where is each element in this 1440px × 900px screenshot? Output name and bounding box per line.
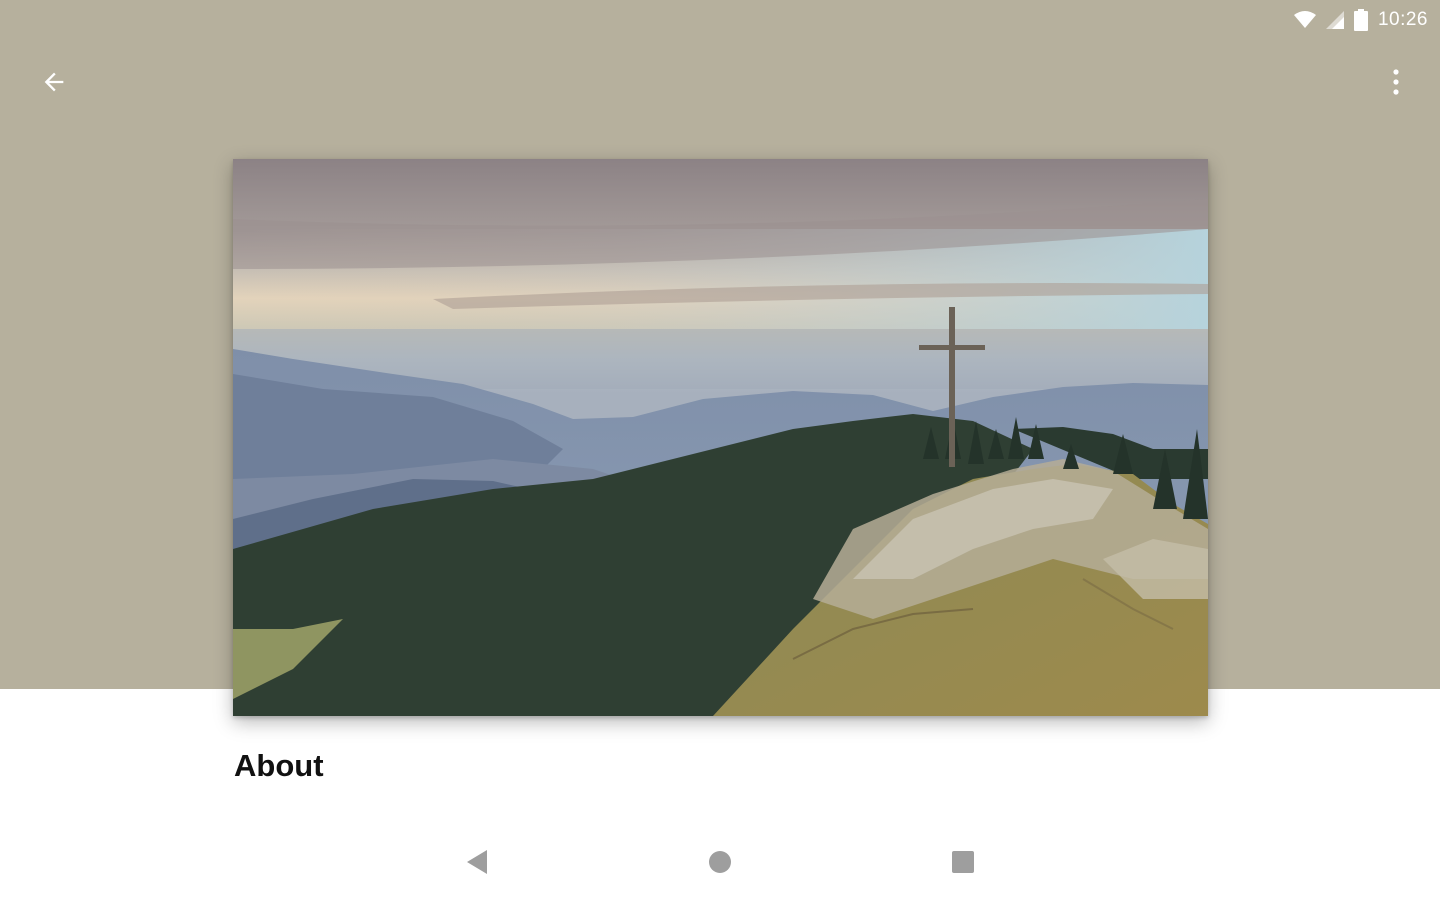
section-title: About xyxy=(234,748,324,783)
cell-signal-icon xyxy=(1325,11,1344,29)
app-bar xyxy=(0,48,1440,120)
status-time: 10:26 xyxy=(1377,9,1428,30)
arrow-back-icon xyxy=(40,68,68,101)
nav-recents-button[interactable] xyxy=(933,840,993,888)
landscape-photo xyxy=(233,159,1208,716)
status-bar: 10:26 xyxy=(0,0,1440,40)
nav-back-button[interactable] xyxy=(447,840,507,888)
nav-recents-square-icon xyxy=(951,850,975,879)
hero-image[interactable] xyxy=(233,159,1208,716)
battery-icon xyxy=(1353,9,1368,31)
navigation-bar xyxy=(0,820,1440,900)
nav-back-triangle-icon xyxy=(465,849,489,880)
nav-home-button[interactable] xyxy=(690,840,750,888)
nav-home-circle-icon xyxy=(708,850,732,879)
overflow-menu-button[interactable] xyxy=(1372,60,1420,108)
wifi-icon xyxy=(1293,11,1316,29)
back-button[interactable] xyxy=(26,60,82,108)
status-icons: 10:26 xyxy=(1293,6,1428,34)
more-vert-icon xyxy=(1392,68,1400,100)
